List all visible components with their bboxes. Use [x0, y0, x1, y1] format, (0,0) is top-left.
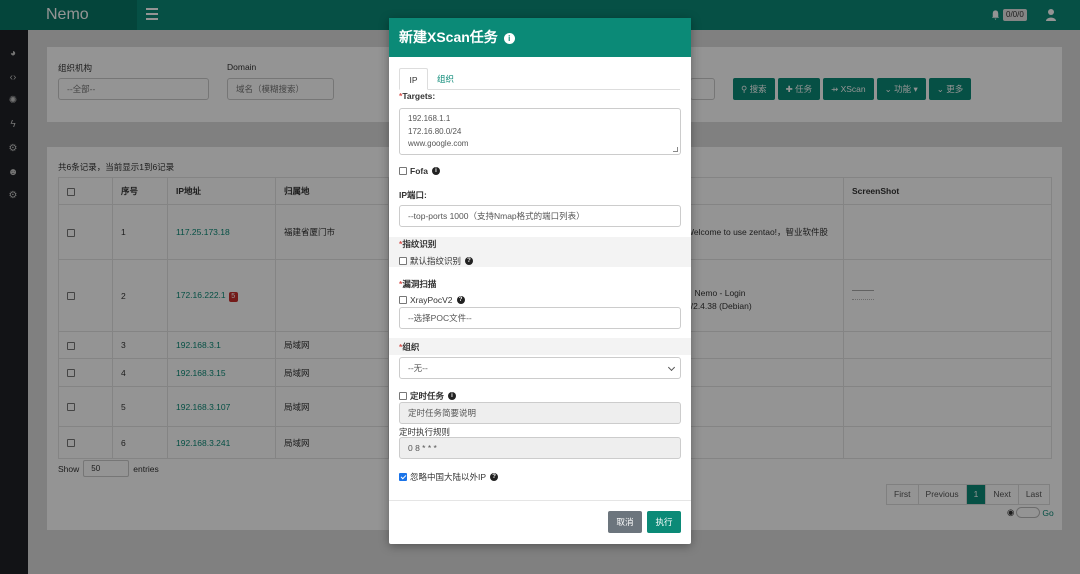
fofa-option: Fofa i — [399, 166, 440, 176]
org-select-value: --无-- — [408, 363, 428, 373]
info-icon[interactable]: i — [503, 33, 515, 44]
poc-file-select[interactable]: --选择POC文件-- — [399, 307, 681, 329]
ignore-foreign-option: 忽略中国大陆以外IP? — [399, 471, 499, 483]
port-input[interactable]: --top-ports 1000（支持Nmap格式的端口列表） — [399, 205, 681, 227]
help-icon[interactable]: ? — [456, 296, 465, 304]
default-fingerprint-label: 默认指纹识别 — [410, 256, 462, 266]
xraypoc-option: XrayPocV2? — [399, 295, 465, 305]
fofa-label: Fofa — [410, 166, 428, 176]
target-line: 172.16.80.0/24 — [408, 126, 462, 136]
default-fingerprint-checkbox[interactable] — [399, 257, 407, 265]
resize-handle-icon[interactable] — [673, 147, 678, 152]
modal-footer-divider — [389, 500, 691, 501]
info-icon[interactable]: i — [448, 392, 457, 400]
vuln-scan-label: *漏洞扫描 — [399, 279, 437, 289]
port-label: IP端口: — [399, 190, 427, 200]
cron-task-label: 定时任务 — [410, 391, 445, 401]
xraypoc-checkbox[interactable] — [399, 296, 407, 304]
xscan-task-modal: 新建XScan任务 i IP 组织 *Targets: 192.168.1.1 … — [389, 18, 691, 544]
org-select[interactable]: --无-- — [399, 357, 681, 379]
info-icon[interactable]: i — [431, 167, 440, 175]
fingerprint-label: *指纹识别 — [399, 239, 437, 249]
chevron-down-icon — [667, 363, 676, 372]
targets-label: *Targets: — [399, 91, 436, 101]
modal-header: 新建XScan任务 i — [389, 18, 691, 57]
ignore-foreign-checkbox[interactable] — [399, 473, 407, 481]
ignore-foreign-label: 忽略中国大陆以外IP — [410, 472, 487, 482]
cron-desc-input[interactable]: 定时任务简要说明 — [399, 402, 681, 424]
fofa-checkbox[interactable] — [399, 167, 407, 175]
help-icon[interactable]: ? — [490, 473, 499, 481]
fingerprint-option: 默认指纹识别? — [399, 255, 474, 267]
modal-tabs: IP 组织 — [399, 68, 680, 90]
xraypoc-label: XrayPocV2 — [410, 295, 453, 305]
tab-ip[interactable]: IP — [399, 68, 428, 90]
targets-textarea[interactable]: 192.168.1.1 172.16.80.0/24 www.google.co… — [399, 108, 681, 155]
org-section — [389, 338, 691, 355]
help-icon[interactable]: ? — [465, 257, 474, 265]
tab-org[interactable]: 组织 — [437, 68, 454, 90]
execute-button[interactable]: 执行 — [647, 511, 681, 533]
org-label: *组织 — [399, 342, 420, 352]
cron-task-option: 定时任务 i — [399, 390, 457, 402]
cron-task-checkbox[interactable] — [399, 392, 407, 400]
cancel-button[interactable]: 取消 — [608, 511, 642, 533]
cron-rule-input[interactable]: 0 8 * * * — [399, 437, 681, 459]
target-line: www.google.com — [408, 139, 469, 148]
target-line: 192.168.1.1 — [408, 114, 451, 123]
modal-title: 新建XScan任务 — [399, 29, 498, 45]
